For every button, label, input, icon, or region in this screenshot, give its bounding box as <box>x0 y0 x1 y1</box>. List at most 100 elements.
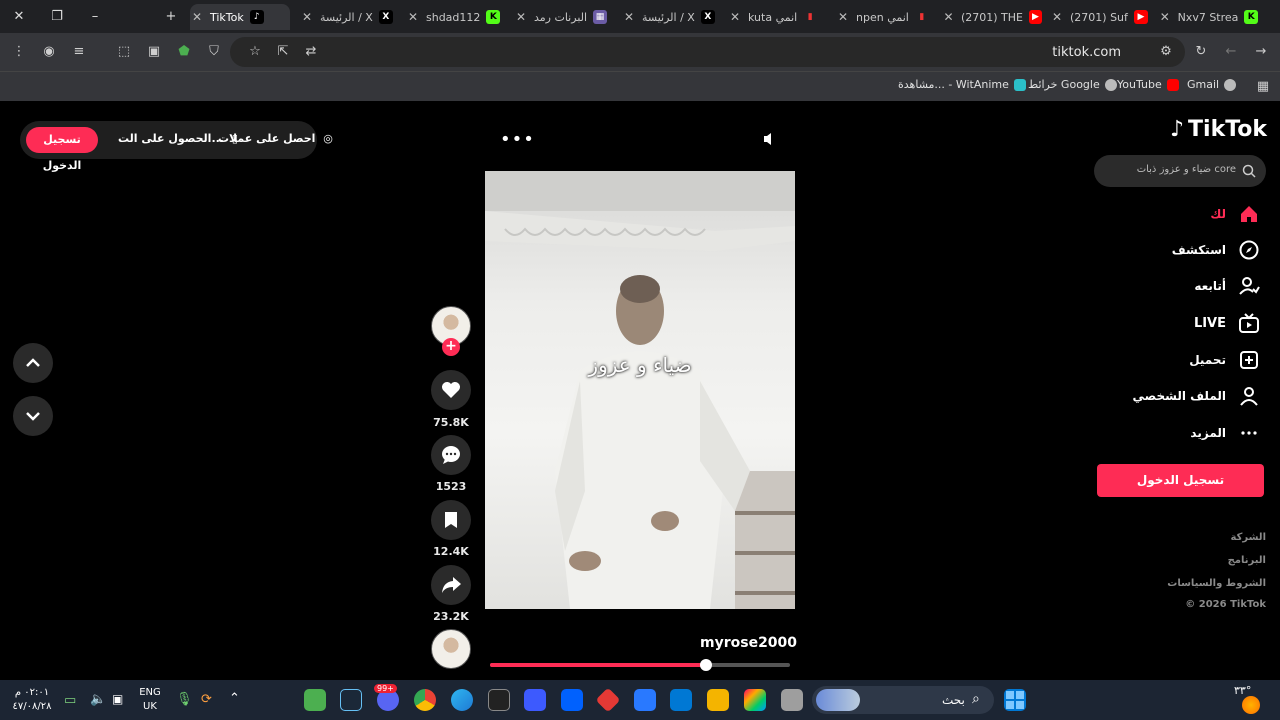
tab-shdad112[interactable]: ✕ shdad112 K <box>406 4 506 30</box>
follow-plus-icon[interactable]: + <box>442 338 460 356</box>
tab-anime-1[interactable]: ✕ kuta انمي ▮ <box>728 4 828 30</box>
nav-profile[interactable]: الملف الشخصي <box>1133 383 1260 409</box>
store-icon[interactable] <box>670 689 692 711</box>
close-tab-icon[interactable]: ✕ <box>514 10 528 24</box>
steam-icon[interactable] <box>340 689 362 711</box>
volume-icon[interactable] <box>762 131 778 147</box>
search-bar[interactable]: ضياء و عزوز ذبات core <box>1094 155 1266 187</box>
tab-tiktok[interactable]: ✕ TikTok ♪ <box>190 4 290 30</box>
close-tab-icon[interactable]: ✕ <box>406 10 420 24</box>
edge-icon[interactable] <box>451 689 473 711</box>
profile-avatar-icon[interactable]: ◉ <box>40 43 58 61</box>
footer-company-link[interactable]: الشركة <box>1231 532 1266 543</box>
privacy-extension-icon[interactable]: ⛉ <box>205 43 223 61</box>
tiktok-logo[interactable]: ♪ TikTok <box>1170 117 1267 142</box>
tab-x-home-2[interactable]: ✕ الرئيسة / X X <box>622 4 722 30</box>
more-options-icon[interactable]: ••• <box>500 129 535 150</box>
weather-temp[interactable]: ٣٣° <box>1234 684 1251 697</box>
media-controls-icon[interactable]: ≡ <box>70 43 88 61</box>
save-button[interactable] <box>431 500 471 540</box>
nav-live[interactable]: LIVE <box>1194 310 1260 336</box>
taskbar-search[interactable]: بحث ⌕ <box>812 686 994 714</box>
nav-upload[interactable]: تحميل <box>1189 347 1260 373</box>
bookmark-gmail[interactable]: Gmail <box>1187 78 1237 91</box>
shield-extension-icon[interactable]: ⬟ <box>175 43 193 61</box>
app-red-icon[interactable] <box>595 687 621 713</box>
speaker-icon[interactable]: 🔈 <box>90 692 106 707</box>
search-input[interactable]: ضياء و عزوز ذبات core <box>1137 164 1236 175</box>
close-tab-icon[interactable]: ✕ <box>190 10 204 24</box>
start-windows-icon[interactable] <box>1004 689 1026 711</box>
next-video-button[interactable] <box>13 396 53 436</box>
network-icon[interactable]: ▣ <box>112 692 123 706</box>
lang-top[interactable]: ENG <box>138 687 162 698</box>
tab-youtube-2[interactable]: ✕ (2701) Suf ▶ <box>1050 4 1150 30</box>
top-login-button[interactable]: تسجيل الدخول <box>26 127 98 172</box>
epic-games-icon[interactable] <box>488 689 510 711</box>
sidebar-login-button[interactable]: تسجيل الدخول <box>1097 464 1264 497</box>
extensions-icon[interactable]: ⬚ <box>115 43 133 61</box>
video-player[interactable]: ضياء و عزوز <box>485 171 795 609</box>
get-coins-button[interactable]: احصل على عملات ◎ <box>218 132 333 145</box>
music-avatar[interactable] <box>431 629 471 669</box>
nav-for-you[interactable]: لك <box>1210 201 1260 227</box>
restore-window-icon[interactable]: ❐ <box>48 8 66 26</box>
share-icon[interactable]: ⇱ <box>274 43 292 61</box>
progress-knob[interactable] <box>700 659 712 671</box>
nav-more[interactable]: المزيد <box>1190 420 1260 446</box>
site-settings-icon[interactable]: ⚙ <box>1157 43 1175 61</box>
tab-x-home[interactable]: ✕ الرئيسة / X X <box>300 4 398 30</box>
tray-chevron-icon[interactable]: ⌃ <box>229 691 240 706</box>
close-tab-icon[interactable]: ✕ <box>728 10 742 24</box>
video-username[interactable]: myrose2000 <box>700 635 797 651</box>
bookmark-google-maps[interactable]: خرائط Google <box>1028 78 1117 91</box>
app-blue-icon[interactable] <box>524 689 546 711</box>
app-gray-icon[interactable] <box>781 689 803 711</box>
nav-following[interactable]: أتابعه <box>1194 273 1260 299</box>
chrome-icon[interactable] <box>414 689 436 711</box>
url-text[interactable]: tiktok.com <box>1052 45 1121 60</box>
file-explorer-icon[interactable] <box>707 689 729 711</box>
copilot-icon[interactable] <box>744 689 766 711</box>
new-tab-icon[interactable]: + <box>162 8 180 26</box>
mic-icon[interactable]: 🎙 <box>176 692 193 707</box>
previous-video-button[interactable] <box>13 343 53 383</box>
footer-program-link[interactable]: البرنامج <box>1228 555 1266 566</box>
close-tab-icon[interactable]: ✕ <box>942 10 955 24</box>
sync-icon[interactable]: ⟳ <box>201 692 212 707</box>
like-button[interactable] <box>431 370 471 410</box>
tab-albarnat[interactable]: ✕ البرنات رمد ▦ <box>514 4 614 30</box>
extension-a-icon[interactable]: ▣ <box>145 43 163 61</box>
close-tab-icon[interactable]: ✕ <box>300 10 314 24</box>
dropbox-icon[interactable] <box>561 689 583 711</box>
app-green-icon[interactable] <box>304 689 326 711</box>
forward-icon[interactable]: ← <box>1222 43 1240 61</box>
close-tab-icon[interactable]: ✕ <box>622 10 636 24</box>
share-button[interactable] <box>431 565 471 605</box>
minimize-window-icon[interactable]: – <box>86 8 104 26</box>
all-bookmarks-icon[interactable]: ▦ <box>1254 78 1272 96</box>
battery-icon[interactable]: ▭ <box>64 693 76 708</box>
mail-icon[interactable] <box>634 689 656 711</box>
translate-icon[interactable]: ⇄ <box>302 43 320 61</box>
lang-bottom[interactable]: UK <box>138 701 162 712</box>
back-icon[interactable]: → <box>1252 43 1270 61</box>
tab-anime-2[interactable]: ✕ npen انمي ▮ <box>836 4 936 30</box>
bookmark-witanime[interactable]: مشاهدة... - WitAnime <box>898 78 1026 91</box>
search-icon[interactable] <box>1242 164 1256 178</box>
close-tab-icon[interactable]: ✕ <box>836 10 850 24</box>
weather-icon[interactable] <box>1242 696 1260 714</box>
tab-youtube-1[interactable]: ✕ (2701) THE ▶ <box>942 4 1042 30</box>
bookmark-star-icon[interactable]: ☆ <box>246 43 264 61</box>
close-tab-icon[interactable]: ✕ <box>1050 10 1064 24</box>
clock-time[interactable]: ٠٢:٠١ م <box>8 687 56 698</box>
bookmark-youtube[interactable]: YouTube <box>1117 78 1179 91</box>
video-progress-bar[interactable] <box>490 659 790 671</box>
clock-date[interactable]: ٤٧/٠٨/٢٨ <box>8 701 56 712</box>
close-window-icon[interactable]: ✕ <box>10 8 28 26</box>
comment-button[interactable] <box>431 435 471 475</box>
close-tab-icon[interactable]: ✕ <box>1158 10 1172 24</box>
address-bar[interactable]: ☆ ⇱ ⇄ tiktok.com ⚙ <box>230 37 1185 67</box>
tab-stream[interactable]: ✕ Nxv7 Strea K <box>1158 4 1258 30</box>
footer-terms-link[interactable]: الشروط والسياسات <box>1167 578 1266 589</box>
